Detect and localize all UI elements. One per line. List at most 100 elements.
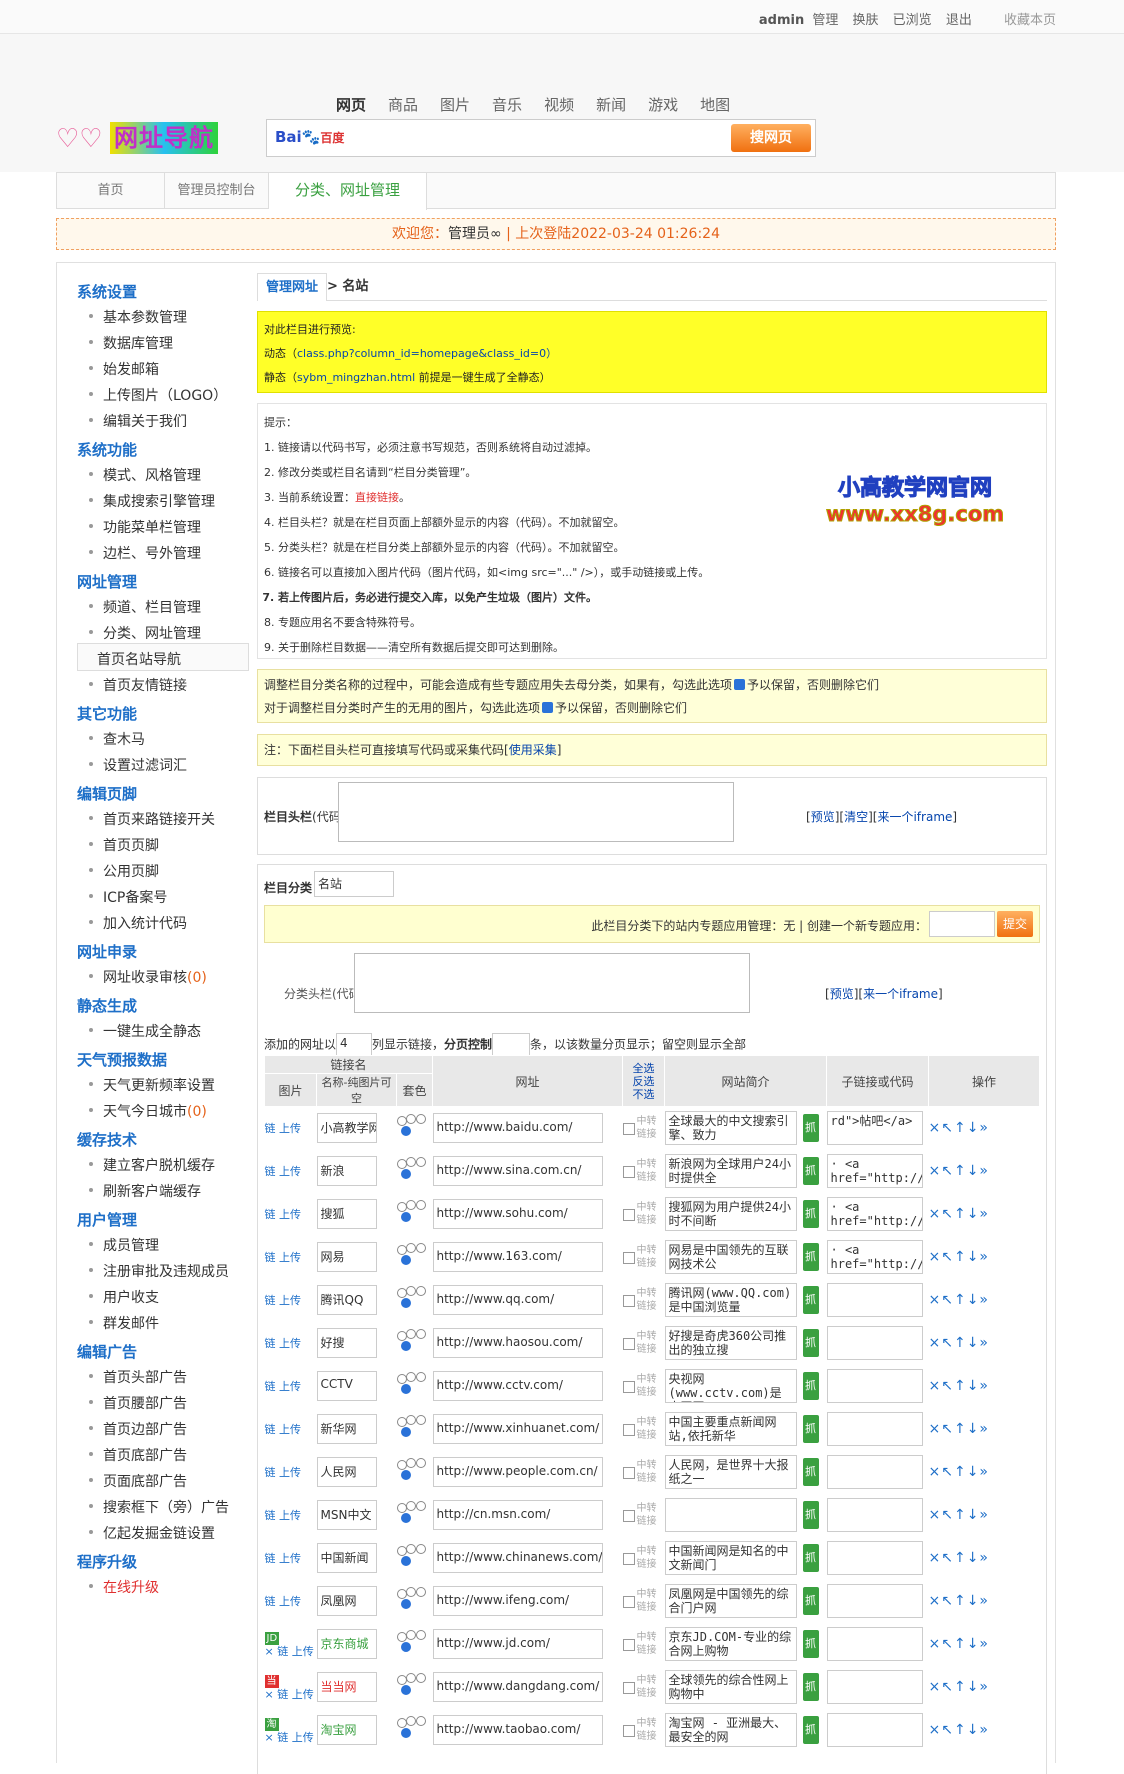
sidebar-item[interactable]: 首页来路链接开关: [89, 809, 215, 829]
submit-button[interactable]: 提交: [997, 911, 1033, 937]
color-style-icon[interactable]: [396, 1242, 433, 1269]
sidebar-item[interactable]: 分类、网址管理: [89, 623, 201, 643]
sidebar-item[interactable]: ICP备案号: [88, 887, 167, 907]
link-button[interactable]: 链: [265, 1165, 276, 1178]
redirect-checkbox[interactable]: 中转 链接: [622, 1373, 665, 1399]
tab-news[interactable]: 新闻: [596, 94, 626, 115]
sidebar-item[interactable]: 网址收录审核(0): [89, 967, 207, 987]
fetch-button[interactable]: 抓: [802, 1200, 819, 1228]
desc-textarea[interactable]: 淘宝网 - 亚洲最大、最安全的网: [664, 1713, 797, 1747]
url-input[interactable]: http://www.people.com.cn/: [432, 1457, 603, 1487]
sidebar-group-title[interactable]: 天气预报数据: [77, 1049, 167, 1070]
ops-cell[interactable]: ×↖↑↓»: [929, 1623, 1040, 1666]
select-invert[interactable]: 反选: [633, 1075, 655, 1088]
url-input[interactable]: http://www.dangdang.com/: [432, 1672, 603, 1702]
select-all[interactable]: 全选: [633, 1062, 655, 1075]
sidebar-item[interactable]: 在线升级: [89, 1577, 159, 1597]
sidebar-item[interactable]: 频道、栏目管理: [89, 597, 201, 617]
ops-cell[interactable]: ×↖↑↓»: [929, 1451, 1040, 1494]
sidebar-item[interactable]: 建立客户脱机缓存: [89, 1155, 215, 1175]
sidebar-group-title[interactable]: 程序升级: [77, 1551, 137, 1572]
redirect-checkbox[interactable]: 中转 链接: [622, 1674, 665, 1700]
fetch-button[interactable]: 抓: [802, 1329, 819, 1357]
fetch-button[interactable]: 抓: [802, 1630, 819, 1658]
link-button[interactable]: 链: [265, 1251, 276, 1264]
sub-preview-link[interactable]: 预览: [830, 987, 854, 1001]
name-input[interactable]: 当当网: [316, 1672, 377, 1702]
desc-textarea[interactable]: 人民网，是世界十大报纸之一: [664, 1455, 797, 1489]
tab-music[interactable]: 音乐: [492, 94, 522, 115]
ops-cell[interactable]: ×↖↑↓»: [929, 1408, 1040, 1451]
sidebar-item[interactable]: 刷新客户端缓存: [89, 1181, 201, 1201]
ops-cell[interactable]: ×↖↑↓»: [929, 1709, 1040, 1752]
category-name-input[interactable]: 名站: [314, 871, 394, 897]
sidebar-item[interactable]: 搜索框下（旁）广告: [89, 1497, 229, 1517]
sidebar-group-title[interactable]: 系统功能: [77, 439, 137, 460]
sidebar-item[interactable]: 加入统计代码: [89, 913, 187, 933]
link-button[interactable]: 链: [265, 1595, 276, 1608]
desc-textarea[interactable]: 京东JD.COM-专业的综合网上购物: [664, 1627, 797, 1661]
sublink-textarea[interactable]: [826, 1326, 923, 1360]
upload-button[interactable]: 上传: [279, 1122, 301, 1135]
name-input[interactable]: 小高教学网: [316, 1113, 377, 1144]
use-collect-link[interactable]: 使用采集: [509, 743, 557, 757]
sidebar-group-title[interactable]: 编辑广告: [77, 1341, 137, 1362]
ops-cell[interactable]: ×↖↑↓»: [929, 1193, 1040, 1236]
fetch-button[interactable]: 抓: [802, 1157, 819, 1185]
sidebar-item[interactable]: 注册审批及违规成员: [89, 1261, 229, 1281]
ops-cell[interactable]: ×↖↑↓»: [929, 1107, 1040, 1150]
search-button[interactable]: 搜网页: [731, 124, 811, 152]
sidebar-group-title[interactable]: 网址管理: [77, 571, 137, 592]
sublink-textarea[interactable]: [826, 1670, 923, 1704]
desc-textarea[interactable]: 凤凰网是中国领先的综合门户网: [664, 1584, 797, 1618]
ops-cell[interactable]: ×↖↑↓»: [929, 1365, 1040, 1408]
url-input[interactable]: http://www.ifeng.com/: [432, 1586, 603, 1616]
tab-video[interactable]: 视频: [544, 94, 574, 115]
desc-textarea[interactable]: 搜狐网为用户提供24小时不间断: [664, 1197, 797, 1231]
redirect-checkbox[interactable]: 中转 链接: [622, 1330, 665, 1356]
sidebar-item[interactable]: 首页腰部广告: [89, 1393, 187, 1413]
color-style-icon[interactable]: [396, 1156, 433, 1183]
ops-cell[interactable]: ×↖↑↓»: [929, 1150, 1040, 1193]
link-button[interactable]: 链: [265, 1294, 276, 1307]
select-none[interactable]: 不选: [633, 1088, 655, 1101]
link-button[interactable]: 链: [265, 1466, 276, 1479]
keep-orphans-checkbox[interactable]: [734, 679, 746, 690]
url-input[interactable]: http://www.163.com/: [432, 1242, 603, 1272]
fetch-button[interactable]: 抓: [802, 1243, 819, 1271]
color-style-icon[interactable]: [396, 1113, 433, 1140]
keep-images-checkbox[interactable]: [542, 702, 554, 713]
fetch-button[interactable]: 抓: [802, 1673, 819, 1701]
columns-input[interactable]: 4: [336, 1033, 373, 1057]
remove-image[interactable]: ×: [265, 1645, 274, 1658]
desc-textarea[interactable]: 好搜是奇虎360公司推出的独立搜: [664, 1326, 797, 1360]
url-input[interactable]: http://www.baidu.com/: [432, 1113, 603, 1144]
fetch-button[interactable]: 抓: [802, 1114, 819, 1143]
fetch-button[interactable]: 抓: [802, 1587, 819, 1615]
redirect-checkbox[interactable]: 中转 链接: [622, 1502, 665, 1528]
upload-button[interactable]: 上传: [279, 1466, 301, 1479]
skin-link[interactable]: 换肤: [853, 13, 879, 28]
url-input[interactable]: http://cn.msn.com/: [432, 1500, 603, 1530]
sidebar-group-title[interactable]: 静态生成: [77, 995, 137, 1016]
upload-button[interactable]: 上传: [279, 1294, 301, 1307]
search-input[interactable]: Bai🐾百度 搜网页: [266, 119, 816, 157]
url-input[interactable]: http://www.cctv.com/: [432, 1371, 603, 1401]
manage-link[interactable]: 管理: [812, 13, 838, 28]
clear-link[interactable]: 清空: [844, 810, 868, 824]
link-button[interactable]: 链: [265, 1208, 276, 1221]
sidebar-item[interactable]: 天气今日城市(0): [89, 1101, 207, 1121]
sidebar-item[interactable]: 边栏、号外管理: [89, 543, 201, 563]
link-button[interactable]: 链: [265, 1552, 276, 1565]
upload-button[interactable]: 上传: [279, 1165, 301, 1178]
fetch-button[interactable]: 抓: [802, 1544, 819, 1572]
sidebar-item[interactable]: 上传图片（LOGO）: [88, 385, 227, 405]
tab-web[interactable]: 网页: [336, 94, 366, 115]
url-input[interactable]: http://www.sohu.com/: [432, 1199, 603, 1229]
tab-games[interactable]: 游戏: [648, 94, 678, 115]
sidebar-item[interactable]: 模式、风格管理: [89, 465, 201, 485]
fetch-button[interactable]: 抓: [802, 1286, 819, 1314]
redirect-checkbox[interactable]: 中转 链接: [622, 1631, 665, 1657]
sublink-textarea[interactable]: [826, 1713, 923, 1747]
name-input[interactable]: 京东商城: [316, 1629, 377, 1659]
